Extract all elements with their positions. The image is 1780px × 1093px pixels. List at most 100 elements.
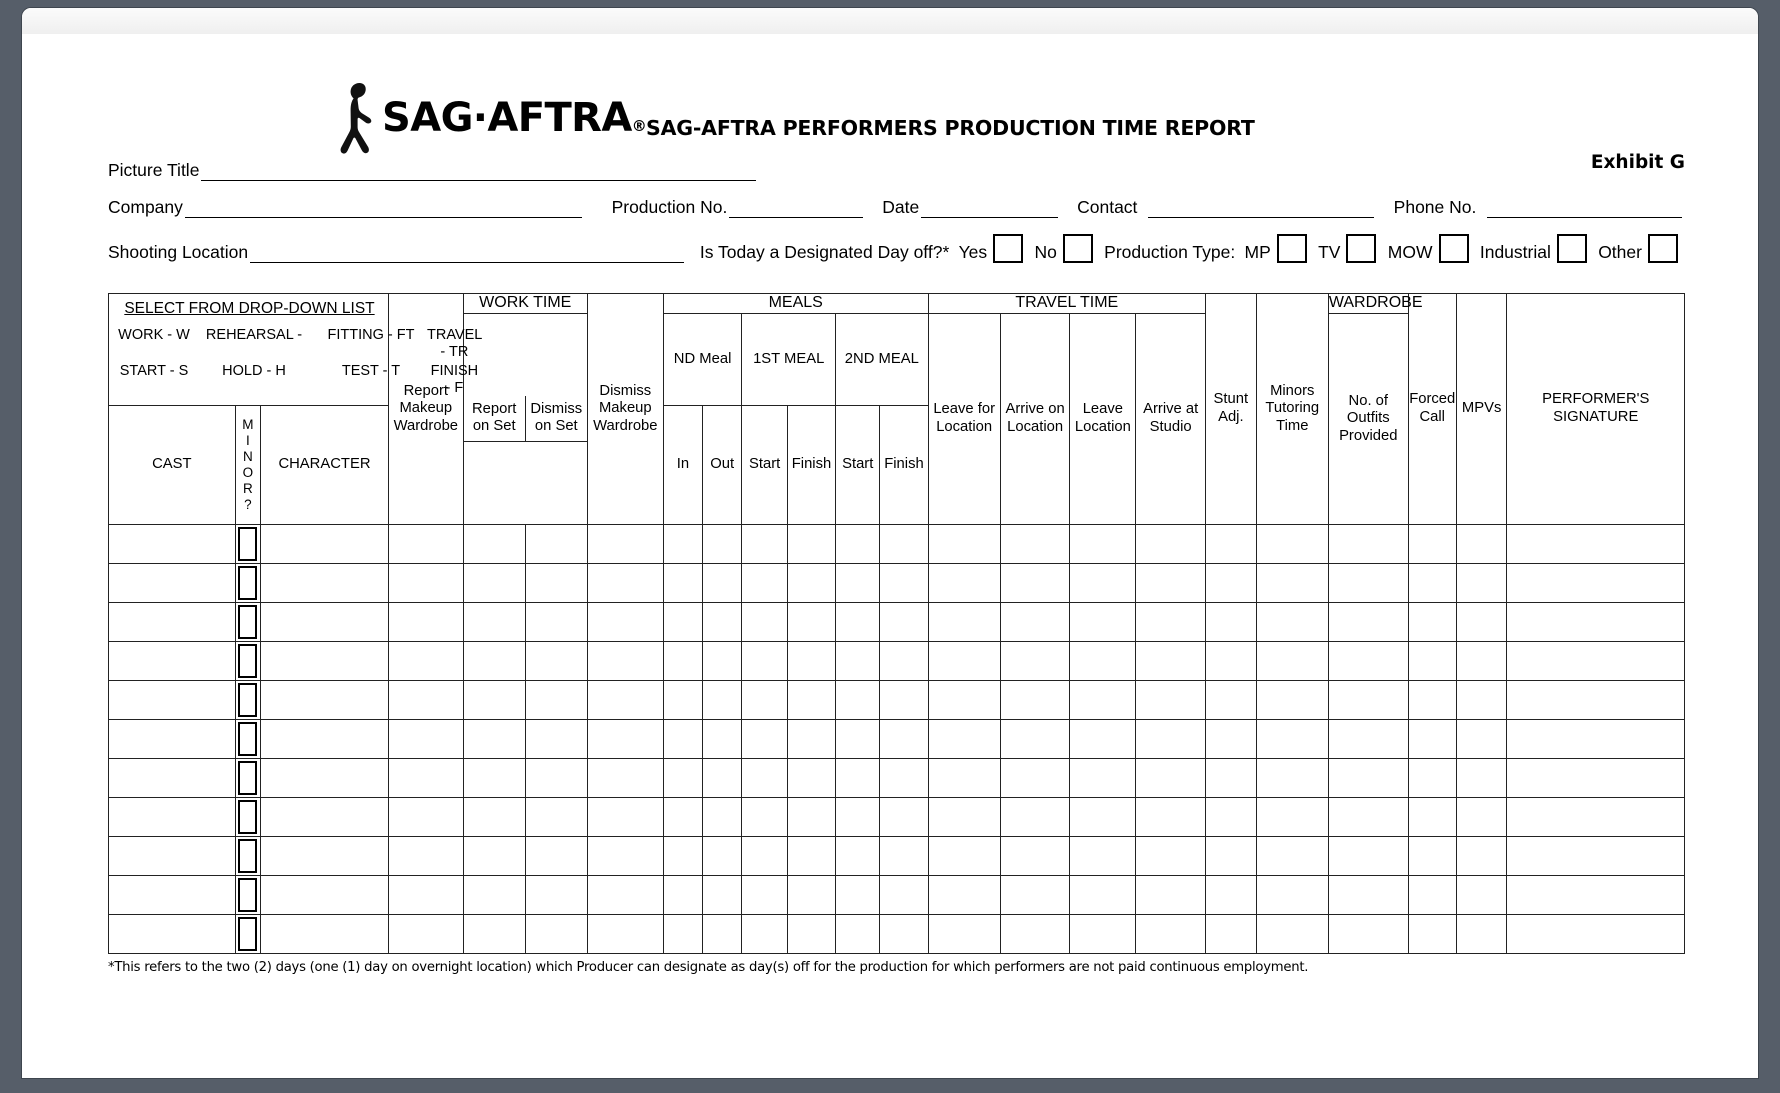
cell-entry[interactable] xyxy=(1255,562,1329,603)
cell-entry[interactable] xyxy=(741,679,788,720)
cell-entry[interactable] xyxy=(586,679,664,720)
cell-entry[interactable] xyxy=(662,757,704,798)
cell-entry[interactable] xyxy=(927,757,1001,798)
cell-minor-checkbox[interactable] xyxy=(234,913,262,954)
cell-cast[interactable] xyxy=(108,601,236,642)
cell-entry[interactable] xyxy=(702,562,743,603)
cell-entry[interactable] xyxy=(462,601,526,642)
minor-checkbox[interactable] xyxy=(238,760,258,795)
minor-checkbox[interactable] xyxy=(238,604,258,639)
cell-entry[interactable] xyxy=(1205,796,1257,837)
cell-entry[interactable] xyxy=(662,718,704,759)
production-no-input[interactable] xyxy=(729,202,863,218)
cell-entry[interactable] xyxy=(835,718,881,759)
cell-entry[interactable] xyxy=(1205,562,1257,603)
minor-checkbox[interactable] xyxy=(238,799,258,834)
cell-entry[interactable] xyxy=(786,835,837,876)
cell-entry[interactable] xyxy=(387,523,464,564)
cell-entry[interactable] xyxy=(1255,523,1329,564)
cell-entry[interactable] xyxy=(999,679,1071,720)
cell-entry[interactable] xyxy=(662,562,704,603)
cell-signature[interactable] xyxy=(1506,523,1685,564)
cell-entry[interactable] xyxy=(1255,718,1329,759)
cell-entry[interactable] xyxy=(1327,562,1409,603)
cell-entry[interactable] xyxy=(524,562,588,603)
cell-entry[interactable] xyxy=(1135,640,1206,681)
cell-entry[interactable] xyxy=(835,835,881,876)
cell-entry[interactable] xyxy=(1455,796,1508,837)
cell-entry[interactable] xyxy=(1327,757,1409,798)
cell-entry[interactable] xyxy=(1407,835,1457,876)
cell-entry[interactable] xyxy=(1069,718,1137,759)
minor-checkbox[interactable] xyxy=(238,682,258,717)
cell-entry[interactable] xyxy=(741,640,788,681)
minor-checkbox[interactable] xyxy=(238,721,258,756)
cell-character[interactable] xyxy=(260,913,389,954)
cell-entry[interactable] xyxy=(1069,796,1137,837)
cell-entry[interactable] xyxy=(462,757,526,798)
production-type-tv-checkbox[interactable] xyxy=(1346,234,1377,263)
cell-entry[interactable] xyxy=(462,523,526,564)
cell-entry[interactable] xyxy=(462,835,526,876)
cell-entry[interactable] xyxy=(999,718,1071,759)
cell-entry[interactable] xyxy=(927,523,1001,564)
cell-entry[interactable] xyxy=(387,601,464,642)
cell-entry[interactable] xyxy=(1069,874,1137,915)
cell-entry[interactable] xyxy=(999,796,1071,837)
cell-entry[interactable] xyxy=(662,523,704,564)
cell-entry[interactable] xyxy=(999,874,1071,915)
cell-entry[interactable] xyxy=(1327,874,1409,915)
cell-entry[interactable] xyxy=(741,601,788,642)
cell-entry[interactable] xyxy=(1135,913,1206,954)
picture-title-input[interactable] xyxy=(201,165,757,181)
cell-entry[interactable] xyxy=(879,679,929,720)
cell-entry[interactable] xyxy=(702,523,743,564)
cell-entry[interactable] xyxy=(1455,679,1508,720)
cell-entry[interactable] xyxy=(1455,757,1508,798)
cell-entry[interactable] xyxy=(741,874,788,915)
cell-entry[interactable] xyxy=(1069,523,1137,564)
cell-entry[interactable] xyxy=(1205,679,1257,720)
cell-entry[interactable] xyxy=(999,562,1071,603)
day-off-no-checkbox[interactable] xyxy=(1062,234,1093,263)
cell-entry[interactable] xyxy=(586,835,664,876)
cell-entry[interactable] xyxy=(462,679,526,720)
cell-entry[interactable] xyxy=(586,913,664,954)
cell-character[interactable] xyxy=(260,796,389,837)
cell-entry[interactable] xyxy=(786,679,837,720)
cell-character[interactable] xyxy=(260,679,389,720)
cell-entry[interactable] xyxy=(462,913,526,954)
cell-cast[interactable] xyxy=(108,874,236,915)
cell-entry[interactable] xyxy=(524,679,588,720)
production-type-mow-checkbox[interactable] xyxy=(1438,234,1469,263)
cell-entry[interactable] xyxy=(462,874,526,915)
cell-entry[interactable] xyxy=(586,523,664,564)
cell-entry[interactable] xyxy=(1205,835,1257,876)
cell-entry[interactable] xyxy=(1407,523,1457,564)
cell-cast[interactable] xyxy=(108,640,236,681)
cell-entry[interactable] xyxy=(1205,913,1257,954)
cell-entry[interactable] xyxy=(927,874,1001,915)
cell-entry[interactable] xyxy=(1069,757,1137,798)
cell-entry[interactable] xyxy=(1327,601,1409,642)
cell-entry[interactable] xyxy=(1455,874,1508,915)
cell-entry[interactable] xyxy=(1327,796,1409,837)
cell-entry[interactable] xyxy=(1255,913,1329,954)
cell-entry[interactable] xyxy=(927,913,1001,954)
cell-minor-checkbox[interactable] xyxy=(234,523,262,564)
cell-entry[interactable] xyxy=(879,835,929,876)
cell-entry[interactable] xyxy=(927,601,1001,642)
cell-entry[interactable] xyxy=(1327,523,1409,564)
cell-entry[interactable] xyxy=(1069,562,1137,603)
cell-entry[interactable] xyxy=(1205,523,1257,564)
cell-entry[interactable] xyxy=(702,796,743,837)
cell-entry[interactable] xyxy=(387,757,464,798)
cell-entry[interactable] xyxy=(586,718,664,759)
cell-entry[interactable] xyxy=(524,718,588,759)
cell-entry[interactable] xyxy=(1135,874,1206,915)
cell-entry[interactable] xyxy=(786,874,837,915)
cell-entry[interactable] xyxy=(387,913,464,954)
cell-entry[interactable] xyxy=(835,562,881,603)
cell-signature[interactable] xyxy=(1506,796,1685,837)
cell-entry[interactable] xyxy=(1327,913,1409,954)
